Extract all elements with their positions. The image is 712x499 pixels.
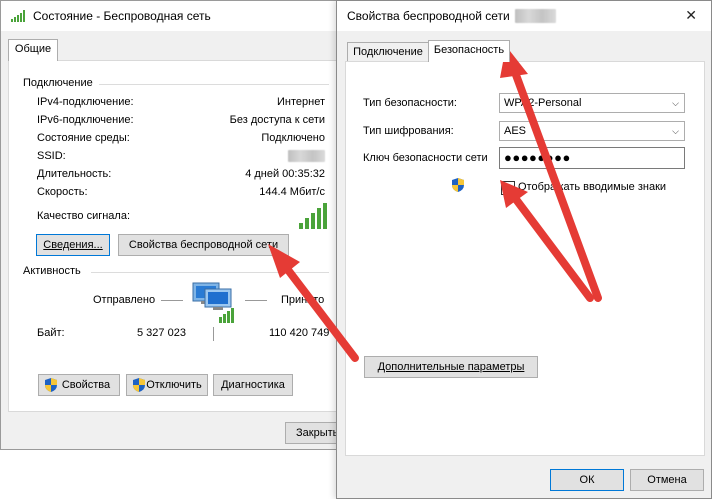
section-connection-heading: Подключение xyxy=(23,77,93,89)
props-window-network-name: wifi_net xyxy=(515,9,556,23)
tab-security[interactable]: Безопасность xyxy=(428,40,510,62)
close-button-label: Закрыть xyxy=(296,427,339,439)
tab-security-label: Безопасность xyxy=(433,44,505,56)
ssid-label: SSID: xyxy=(37,150,66,162)
details-button-label: Сведения... xyxy=(43,239,103,251)
section-connection-divider xyxy=(99,84,329,85)
details-button[interactable]: Сведения... xyxy=(36,234,110,256)
advanced-settings-button-label: Дополнительные параметры xyxy=(377,361,525,373)
diagnostics-button-label: Диагностика xyxy=(221,379,285,391)
encryption-type-label-text: Тип шифрования: xyxy=(363,125,454,137)
received-line xyxy=(245,300,267,301)
encryption-type-label: Тип шифрования: xyxy=(363,125,454,137)
security-key-value: ●●●●●●●● xyxy=(504,150,571,165)
status-window-title: Состояние - Беспроводная сеть xyxy=(33,9,211,23)
ipv6-value: Без доступа к сети xyxy=(229,114,325,126)
show-characters-label: Отображать вводимые знаки xyxy=(518,181,667,193)
media-state-value: Подключено xyxy=(261,132,325,144)
security-type-select[interactable]: WPA2-Personal ⌵ xyxy=(499,93,685,113)
ipv4-label: IPv4-подключение: xyxy=(37,96,134,108)
ipv6-label: IPv6-подключение: xyxy=(37,114,134,126)
ssid-value: wifi_net xyxy=(287,150,325,162)
encryption-type-value: AES xyxy=(504,125,527,137)
encryption-type-select[interactable]: AES ⌵ xyxy=(499,121,685,141)
show-characters-checkbox[interactable] xyxy=(501,181,515,195)
disconnect-button[interactable]: Отключить xyxy=(126,374,208,396)
signal-quality-label: Качество сигнала: xyxy=(37,210,131,222)
security-key-label: Ключ безопасности сети xyxy=(363,152,488,164)
received-label: Принято xyxy=(281,294,325,306)
chevron-down-icon: ⌵ xyxy=(672,126,679,136)
security-type-value: WPA2-Personal xyxy=(504,97,582,109)
ssid-value-text: wifi_net xyxy=(287,150,325,162)
advanced-settings-button[interactable]: Дополнительные параметры xyxy=(364,356,538,378)
cancel-button-label: Отмена xyxy=(647,474,687,486)
wireless-properties-button[interactable]: Свойства беспроводной сети xyxy=(118,234,289,256)
ok-button-label: ОК xyxy=(579,474,595,486)
bytes-received-value: 110 420 749 xyxy=(269,327,330,339)
duration-value: 4 дней 00:35:32 xyxy=(245,168,325,180)
properties-button-label: Свойства xyxy=(61,379,111,391)
tab-connection-label: Подключение xyxy=(353,46,423,58)
bytes-label: Байт: xyxy=(37,327,65,339)
wifi-signal-icon xyxy=(11,10,25,22)
props-window-title: Свойства беспроводной сети wifi_net xyxy=(347,9,556,23)
status-window: Состояние - Беспроводная сеть Общие Подк… xyxy=(0,0,355,450)
security-type-label: Тип безопасности: xyxy=(363,97,457,109)
disconnect-button-label: Отключить xyxy=(146,379,202,391)
signal-strength-icon xyxy=(299,203,327,229)
section-activity-divider xyxy=(91,272,329,273)
wireless-properties-button-label: Свойства беспроводной сети xyxy=(128,239,279,251)
speed-value: 144.4 Мбит/с xyxy=(259,186,325,198)
tab-connection[interactable]: Подключение xyxy=(347,42,429,62)
cancel-button[interactable]: Отмена xyxy=(630,469,704,491)
speed-label: Скорость: xyxy=(37,186,88,198)
duration-label: Длительность: xyxy=(37,168,112,180)
close-window-icon[interactable]: ✕ xyxy=(685,7,697,24)
sent-label: Отправлено xyxy=(93,294,156,306)
props-window-title-text: Свойства беспроводной сети xyxy=(347,9,510,23)
bytes-divider xyxy=(213,327,214,341)
props-titlebar: Свойства беспроводной сети wifi_net ✕ xyxy=(337,1,711,31)
uac-shield-icon xyxy=(133,378,145,392)
bytes-sent-value: 5 327 023 xyxy=(137,327,186,339)
tab-general-label: Общие xyxy=(14,43,52,55)
network-computers-icon xyxy=(192,282,234,323)
tab-general[interactable]: Общие xyxy=(8,39,58,61)
chevron-down-icon: ⌵ xyxy=(672,98,679,108)
ipv4-value: Интернет xyxy=(277,96,325,108)
uac-shield-icon xyxy=(452,178,464,192)
media-state-label: Состояние среды: xyxy=(37,132,130,144)
ok-button[interactable]: ОК xyxy=(550,469,624,491)
security-type-label-text: Тип безопасности: xyxy=(363,97,457,109)
wireless-properties-window: Свойства беспроводной сети wifi_net ✕ По… xyxy=(336,0,712,499)
section-activity-heading: Активность xyxy=(23,265,81,277)
uac-shield-icon xyxy=(45,378,57,392)
diagnostics-button[interactable]: Диагностика xyxy=(213,374,293,396)
properties-button[interactable]: Свойства xyxy=(38,374,120,396)
security-key-input[interactable]: ●●●●●●●● xyxy=(499,147,685,169)
status-titlebar: Состояние - Беспроводная сеть xyxy=(1,1,341,31)
sent-line xyxy=(161,300,183,301)
